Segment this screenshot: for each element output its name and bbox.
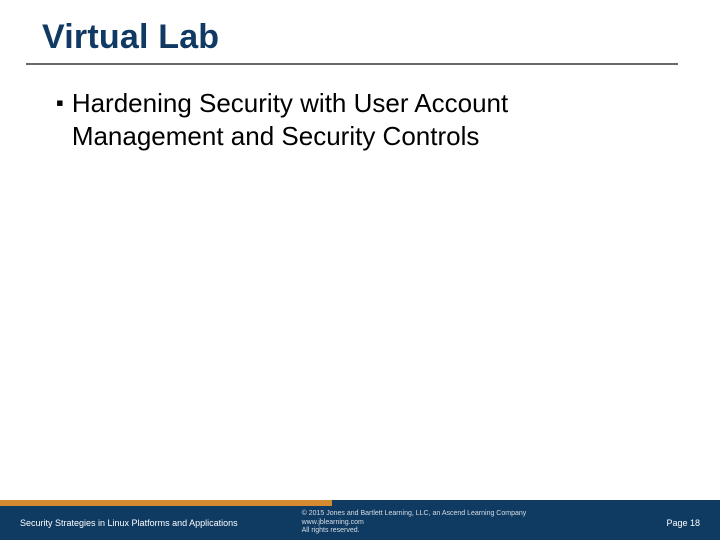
accent-dark (332, 500, 720, 506)
slide-title: Virtual Lab (42, 18, 720, 57)
bullet-text: Hardening Security with User Account Man… (72, 87, 664, 154)
footer-center: © 2015 Jones and Bartlett Learning, LLC,… (238, 510, 667, 535)
footer-left-text: Security Strategies in Linux Platforms a… (20, 518, 238, 528)
slide: Virtual Lab ▪ Hardening Security with Us… (0, 0, 720, 540)
accent-bar (0, 500, 720, 506)
bullet-item: ▪ Hardening Security with User Account M… (56, 87, 664, 154)
accent-orange (0, 500, 332, 506)
footer-rights: All rights reserved. (302, 527, 360, 535)
footer: Security Strategies in Linux Platforms a… (0, 500, 720, 540)
footer-url: www.jblearning.com (302, 519, 364, 527)
footer-page-number: Page 18 (666, 518, 700, 528)
footer-copyright: © 2015 Jones and Bartlett Learning, LLC,… (302, 510, 527, 518)
title-region: Virtual Lab (0, 0, 720, 57)
footer-bar: Security Strategies in Linux Platforms a… (0, 506, 720, 540)
content-region: ▪ Hardening Security with User Account M… (0, 65, 720, 154)
bullet-marker-icon: ▪ (56, 92, 64, 114)
